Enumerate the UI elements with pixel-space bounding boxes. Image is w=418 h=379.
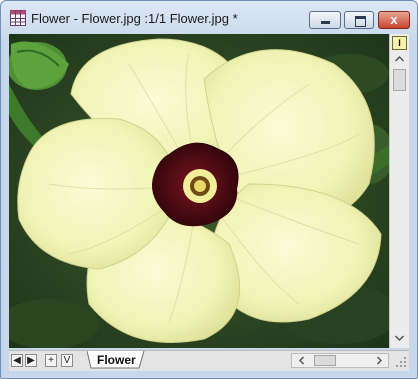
maximize-button[interactable] xyxy=(344,11,374,29)
horizontal-scroll-thumb[interactable] xyxy=(314,355,336,366)
title-bar[interactable]: Flower - Flower.jpg :1/1 Flower.jpg * x xyxy=(1,1,417,35)
sheet-tab-label: Flower xyxy=(97,353,136,367)
window-title: Flower - Flower.jpg :1/1 Flower.jpg * xyxy=(31,11,238,26)
resize-grip-icon[interactable] xyxy=(389,351,409,370)
prev-sheet-button[interactable]: ◀ xyxy=(11,354,23,367)
flower-image xyxy=(9,34,389,348)
next-sheet-button[interactable]: ▶ xyxy=(25,354,37,367)
add-sheet-button[interactable]: + xyxy=(45,354,57,367)
worksheet-icon xyxy=(10,10,26,26)
image-canvas[interactable] xyxy=(9,34,389,348)
scroll-up-icon[interactable] xyxy=(392,52,407,66)
scroll-down-icon[interactable] xyxy=(392,331,407,345)
vertical-scrollbar[interactable]: I xyxy=(389,34,409,348)
close-icon: x xyxy=(390,12,398,27)
sheet-tab-bar: ◀ ▶ + V Flower xyxy=(9,350,409,371)
vertical-scroll-thumb[interactable] xyxy=(393,69,406,91)
sheet-list-button[interactable]: V xyxy=(61,354,73,367)
image-window: Flower - Flower.jpg :1/1 Flower.jpg * x xyxy=(0,0,418,379)
info-marker-icon[interactable]: I xyxy=(392,36,407,50)
scroll-right-icon[interactable] xyxy=(372,354,386,367)
scroll-left-icon[interactable] xyxy=(295,354,309,367)
sheet-tab-flower[interactable]: Flower xyxy=(87,351,145,369)
minimize-button[interactable] xyxy=(309,11,341,29)
horizontal-scrollbar[interactable] xyxy=(291,353,389,368)
close-button[interactable]: x xyxy=(378,11,410,29)
